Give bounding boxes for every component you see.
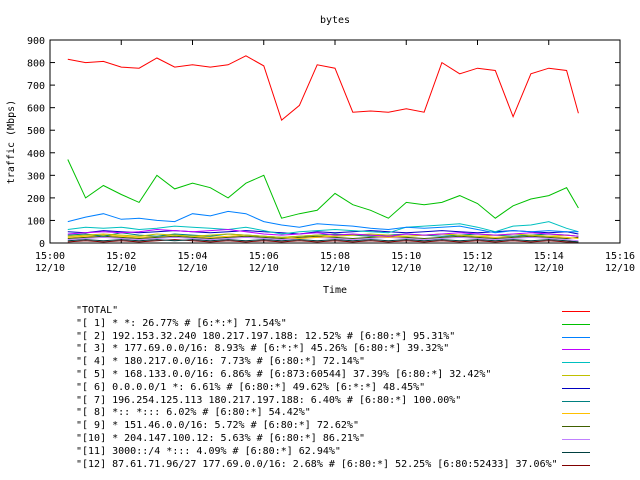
- legend-swatch: [562, 362, 590, 364]
- legend-swatch: [562, 439, 590, 440]
- legend-swatch: [562, 375, 590, 376]
- x-tick-date: 12/10: [249, 263, 279, 274]
- x-tick-date: 12/10: [106, 263, 136, 274]
- y-tick-label: 700: [27, 81, 45, 92]
- y-tick-label: 500: [27, 126, 45, 137]
- chart-title: bytes: [320, 15, 350, 26]
- legend-swatch: [562, 387, 590, 389]
- y-tick-label: 0: [39, 239, 45, 250]
- x-tick-date: 12/10: [605, 263, 635, 274]
- plot-frame: [49, 39, 621, 244]
- x-tick-label: 15:10: [391, 251, 421, 262]
- x-tick-label: 15:08: [320, 251, 350, 262]
- legend-swatch: [562, 413, 590, 415]
- x-tick-label: 15:14: [534, 251, 564, 262]
- y-tick-label: 600: [27, 104, 45, 115]
- legend-swatch: [562, 336, 590, 338]
- x-tick-date: 12/10: [391, 263, 421, 274]
- x-tick-label: 15:00: [35, 251, 65, 262]
- x-axis-label: Time: [323, 285, 347, 296]
- x-tick-date: 12/10: [35, 263, 65, 274]
- x-tick-label: 15:12: [462, 251, 492, 262]
- x-tick-label: 15:06: [249, 251, 279, 262]
- legend-swatch: [562, 426, 590, 428]
- legend-swatch: [562, 311, 590, 312]
- x-tick-date: 12/10: [534, 263, 564, 274]
- y-tick-label: 100: [27, 216, 45, 227]
- line-chart: bytes traffic (Mbps) Time 0 100 200 300 400 5…: [6, 15, 635, 296]
- y-tick-label: 300: [27, 171, 45, 182]
- legend-swatch: [562, 451, 590, 453]
- legend-swatch: [562, 323, 590, 325]
- legend-label: "[12] 87.61.71.96/27 177.69.0.0/16: 2.68…: [76, 458, 558, 470]
- y-axis-label: traffic (Mbps): [6, 100, 17, 184]
- x-tick-label: 15:16: [605, 251, 635, 262]
- x-tick-date: 12/10: [462, 263, 492, 274]
- series-line: [67, 159, 579, 219]
- x-tick-label: 15:02: [106, 251, 136, 262]
- x-tick-date: 12/10: [177, 263, 207, 274]
- legend-swatch: [562, 349, 590, 351]
- y-tick-label: 800: [27, 59, 45, 70]
- y-tick-label: 400: [27, 149, 45, 160]
- y-tick-label: 900: [27, 36, 45, 47]
- x-tick-label: 15:04: [177, 251, 207, 262]
- x-tick-date: 12/10: [320, 263, 350, 274]
- legend-swatch: [562, 400, 590, 402]
- legend-swatch: [562, 464, 590, 466]
- series-line: [67, 55, 579, 121]
- y-tick-label: 200: [27, 194, 45, 205]
- series-lines: [67, 55, 579, 243]
